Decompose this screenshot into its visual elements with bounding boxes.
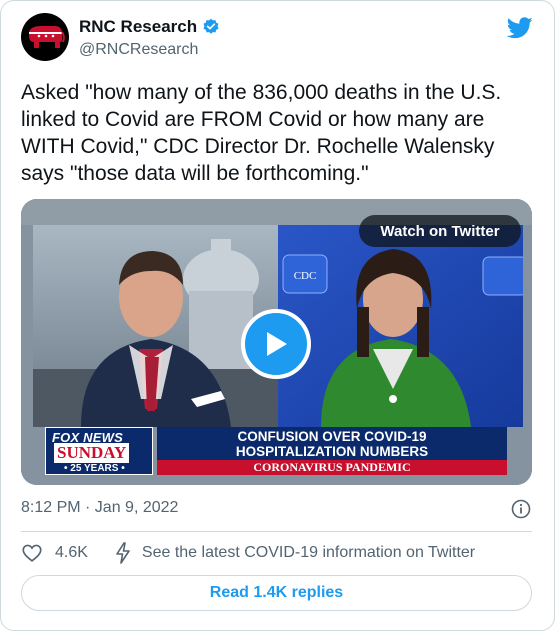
play-icon	[267, 332, 287, 356]
chyron-line-1: CONFUSION OVER COVID-19	[237, 429, 427, 444]
watch-on-twitter-button[interactable]: Watch on Twitter	[359, 215, 521, 247]
verified-badge-icon	[203, 18, 219, 34]
chyron-banner: CORONAVIRUS PANDEMIC	[157, 460, 507, 475]
tweet-actions: 4.6K See the latest COVID-19 information…	[21, 541, 475, 565]
chyron-headline: CONFUSION OVER COVID-19 HOSPITALIZATION …	[157, 427, 507, 461]
covid-info-link[interactable]: See the latest COVID-19 information on T…	[142, 544, 475, 562]
video-player[interactable]: CDC FOX NEWS SUNDAY • 25 YEARS • CONFUSI…	[21, 199, 532, 485]
divider	[21, 531, 532, 532]
anniversary-label: • 25 YEARS •	[64, 463, 125, 474]
chyron-line-2: HOSPITALIZATION NUMBERS	[235, 444, 429, 459]
read-replies-button[interactable]: Read 1.4K replies	[21, 575, 532, 611]
play-button[interactable]	[241, 309, 311, 379]
info-icon[interactable]	[511, 499, 531, 519]
gop-elephant-icon	[29, 26, 65, 48]
avatar[interactable]	[21, 13, 69, 61]
tweet-card: RNC Research @RNCResearch Asked "how man…	[0, 0, 555, 631]
news-chyron: FOX NEWS SUNDAY • 25 YEARS • CONFUSION O…	[45, 427, 507, 475]
fox-news-logo: FOX NEWS SUNDAY • 25 YEARS •	[45, 427, 153, 475]
lightning-bolt-icon	[116, 542, 130, 564]
cdc-logo-text: CDC	[294, 270, 317, 282]
tweet-text: Asked "how many of the 836,000 deaths in…	[21, 81, 502, 185]
heart-icon[interactable]	[21, 542, 43, 564]
author-display-name[interactable]: RNC Research	[79, 17, 197, 37]
tweet-timestamp[interactable]: 8:12 PM · Jan 9, 2022	[21, 499, 178, 517]
twitter-bird-icon[interactable]	[507, 17, 533, 39]
show-label: SUNDAY	[54, 443, 130, 463]
author-handle[interactable]: @RNCResearch	[79, 41, 198, 59]
like-count[interactable]: 4.6K	[55, 544, 88, 562]
author-name-row[interactable]: RNC Research	[79, 17, 220, 37]
